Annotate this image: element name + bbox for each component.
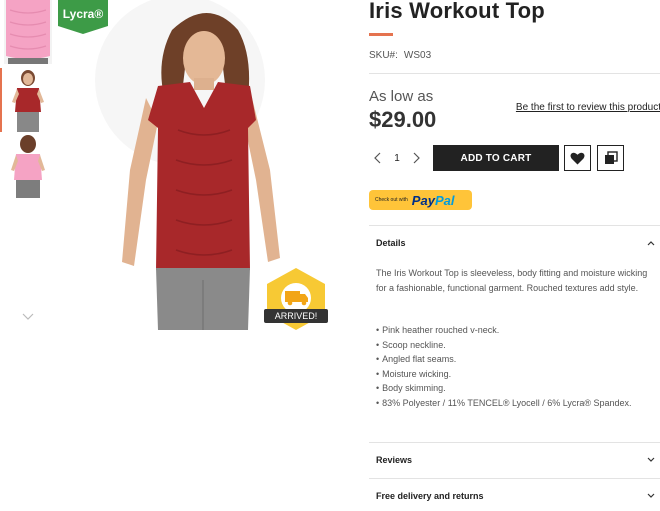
chevron-left-icon[interactable] bbox=[373, 152, 383, 164]
paypal-caption: Check out with bbox=[375, 197, 408, 203]
thumbnail-image bbox=[4, 134, 52, 198]
list-item: Angled flat seams. bbox=[376, 352, 656, 367]
divider bbox=[369, 73, 660, 74]
chevron-down-icon[interactable] bbox=[647, 493, 655, 499]
divider bbox=[369, 442, 660, 443]
product-price: $29.00 bbox=[369, 107, 437, 132]
heart-icon bbox=[570, 152, 585, 164]
sku: SKU#: WS03 bbox=[369, 50, 431, 61]
accordion-delivery-title[interactable]: Free delivery and returns bbox=[376, 491, 484, 501]
quantity-stepper[interactable]: 1 bbox=[369, 145, 425, 171]
compare-icon bbox=[604, 151, 618, 164]
paypal-checkout-button[interactable]: Check out with PayPal bbox=[369, 190, 472, 210]
lycra-badge: Lycra® bbox=[62, 7, 104, 21]
divider bbox=[369, 478, 660, 479]
quantity-value[interactable]: 1 bbox=[394, 153, 400, 164]
divider bbox=[369, 225, 660, 226]
wishlist-button[interactable] bbox=[564, 145, 591, 171]
product-description: The Iris Workout Top is sleeveless, body… bbox=[376, 268, 648, 293]
thumbnail-image bbox=[4, 0, 52, 64]
arrived-badge: ARRIVED! bbox=[264, 309, 328, 323]
accordion-reviews-title[interactable]: Reviews bbox=[376, 455, 412, 465]
list-item: Body skimming. bbox=[376, 381, 656, 396]
list-item: 83% Polyester / 11% TENCEL® Lyocell / 6%… bbox=[376, 396, 656, 411]
thumbnail-pink-top-detail[interactable] bbox=[4, 0, 52, 64]
list-item: Pink heather rouched v-neck. bbox=[376, 323, 656, 338]
title-accent-bar bbox=[369, 33, 393, 36]
paypal-logo: PayPal bbox=[411, 192, 455, 208]
thumbnail-image bbox=[4, 68, 52, 132]
thumbnail-pink-top-back[interactable] bbox=[4, 134, 52, 198]
product-title: Iris Workout Top bbox=[369, 0, 545, 23]
chevron-up-icon[interactable] bbox=[647, 240, 655, 246]
add-to-cart-button[interactable]: ADD TO CART bbox=[433, 145, 559, 171]
chevron-down-icon[interactable] bbox=[647, 457, 655, 463]
feature-list: Pink heather rouched v-neck. Scoop neckl… bbox=[376, 323, 656, 410]
sku-label: SKU#: bbox=[369, 50, 398, 61]
thumbnail-red-top[interactable] bbox=[0, 68, 52, 132]
list-item: Moisture wicking. bbox=[376, 367, 656, 382]
compare-button[interactable] bbox=[597, 145, 624, 171]
chevron-right-icon[interactable] bbox=[411, 152, 421, 164]
list-item: Scoop neckline. bbox=[376, 338, 656, 353]
chevron-down-icon[interactable] bbox=[21, 312, 35, 322]
price-prefix: As low as bbox=[369, 88, 434, 105]
accordion-details-title[interactable]: Details bbox=[376, 238, 406, 248]
first-review-link[interactable]: Be the first to review this product bbox=[516, 102, 660, 113]
sku-value: WS03 bbox=[403, 50, 432, 61]
